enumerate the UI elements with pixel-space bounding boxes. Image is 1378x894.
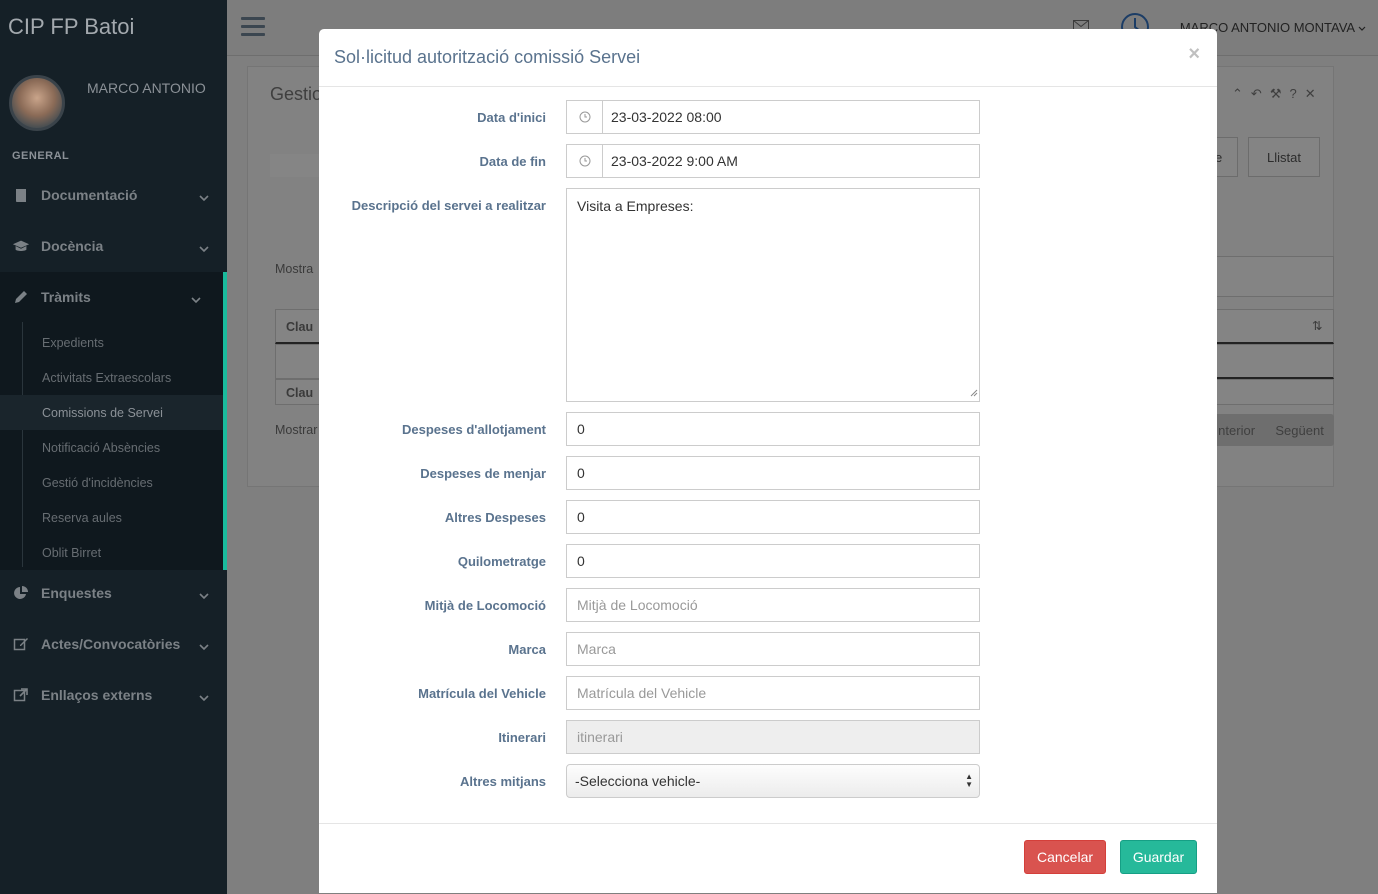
service-commission-modal: Sol·licitud autorització comissió Servei…: [319, 29, 1217, 893]
food-input[interactable]: 0: [566, 456, 980, 490]
vehicle-select-value: -Selecciona vehicle-: [575, 773, 701, 789]
save-button[interactable]: Guardar: [1120, 840, 1197, 874]
menu-enllacos[interactable]: Enllaços externs: [0, 670, 227, 720]
menu-label: Tràmits: [41, 289, 91, 305]
cancel-button[interactable]: Cancelar: [1024, 840, 1106, 874]
description-value: Visita a Empreses:: [577, 198, 694, 214]
edit-icon: [12, 635, 30, 653]
show-label: Mostra: [275, 262, 314, 276]
start-date-value: 23-03-2022 08:00: [611, 109, 722, 125]
chevron-down-icon: [199, 587, 209, 603]
panel-controls: ⌃↶⚒?✕: [1232, 86, 1324, 102]
menu-label: Actes/Convocatòries: [41, 636, 181, 652]
search-box[interactable]: [1210, 256, 1334, 297]
itinerary-label: Itinerari: [498, 730, 546, 745]
transport-label: Mitjà de Locomoció: [424, 598, 546, 613]
other-expenses-input[interactable]: 0: [566, 500, 980, 534]
sidebar-user-name: MARCO ANTONIO: [87, 80, 206, 96]
submenu-item-reserva[interactable]: Reserva aules: [0, 500, 223, 535]
start-date-field[interactable]: 23-03-2022 08:00: [566, 100, 980, 134]
menu-label: Enquestes: [41, 585, 112, 601]
plate-input[interactable]: Matrícula del Vehicle: [566, 676, 980, 710]
graduation-cap-icon: [12, 237, 30, 255]
modal-footer: Cancelar Guardar: [319, 823, 1217, 893]
close-icon[interactable]: ×: [1188, 43, 1200, 66]
lodging-label: Despeses d'allotjament: [402, 422, 546, 437]
tab-bar: [270, 154, 320, 177]
menu-label: Docència: [41, 238, 104, 254]
other-expenses-label: Altres Despeses: [444, 510, 546, 525]
avatar: [9, 75, 65, 131]
end-date-label: Data de fin: [479, 154, 546, 169]
active-indicator: [223, 322, 227, 570]
itinerary-input: itinerari: [566, 720, 980, 754]
lodging-input[interactable]: 0: [566, 412, 980, 446]
submenu-item-activitats[interactable]: Activitats Extraescolars: [0, 360, 223, 395]
brand-title[interactable]: CIP FP Batoi: [8, 14, 134, 40]
other-means-label: Altres mitjans: [460, 774, 546, 789]
menu-label: Documentació: [41, 187, 138, 203]
end-date-value: 23-03-2022 9:00 AM: [611, 153, 738, 169]
plate-label: Matrícula del Vehicle: [418, 686, 546, 701]
table-foot-key: Clau: [286, 386, 314, 400]
menu-enquestes[interactable]: Enquestes: [0, 568, 227, 618]
description-textarea[interactable]: Visita a Empreses:: [566, 188, 980, 402]
submenu-item-absencies[interactable]: Notificació Absències: [0, 430, 223, 465]
chevron-down-icon: [191, 291, 201, 307]
menu-documentacio[interactable]: Documentació: [0, 170, 227, 220]
chevron-down-icon: [1358, 26, 1366, 31]
table-footer-right: [1210, 379, 1334, 405]
section-label: GENERAL: [12, 150, 70, 162]
pagination-next[interactable]: Següent: [1275, 423, 1323, 438]
modal-header: Sol·licitud autorització comissió Servei…: [319, 29, 1217, 87]
sort-icon[interactable]: ⇅: [1312, 318, 1322, 333]
resize-handle-icon[interactable]: [970, 384, 978, 400]
menu-toggle-icon[interactable]: [241, 17, 265, 41]
vehicle-select[interactable]: -Selecciona vehicle- ▲ ▼: [566, 764, 980, 798]
clock-icon[interactable]: [567, 145, 603, 177]
brand-input[interactable]: Marca: [566, 632, 980, 666]
table-col-key[interactable]: Clau: [286, 320, 313, 334]
sidebar: CIP FP Batoi MARCO ANTONIO GENERAL Docum…: [0, 0, 227, 894]
start-date-label: Data d'inici: [477, 110, 546, 125]
showing-info: Mostrar: [275, 423, 318, 437]
pie-chart-icon: [12, 584, 30, 602]
description-label: Descripció del servei a realitzar: [351, 198, 546, 213]
submenu-item-birret[interactable]: Oblit Birret: [0, 535, 223, 570]
background-title: Gestio: [270, 84, 323, 104]
close-icon[interactable]: ✕: [1305, 86, 1324, 101]
food-label: Despeses de menjar: [420, 466, 546, 481]
mileage-label: Quilometratge: [457, 554, 546, 569]
menu-tramits[interactable]: Tràmits: [0, 272, 227, 322]
chevron-down-icon: [199, 638, 209, 654]
external-link-icon: [12, 686, 30, 704]
modal-title: Sol·licitud autorització comissió Servei: [334, 47, 641, 67]
submenu-item-comissions[interactable]: Comissions de Servei: [0, 395, 223, 430]
chevron-down-icon: [199, 189, 209, 205]
transport-input[interactable]: Mitjà de Locomoció: [566, 588, 980, 622]
mileage-input[interactable]: 0: [566, 544, 980, 578]
select-arrows-icon: ▲ ▼: [965, 772, 973, 789]
pagination: nterior Següent: [1208, 414, 1334, 446]
wrench-icon[interactable]: ⚒: [1270, 86, 1290, 101]
chevron-down-icon: [199, 240, 209, 256]
submenu-item-expedients[interactable]: Expedients: [0, 325, 223, 360]
pencil-icon: [12, 288, 30, 306]
table-row-right: [1210, 344, 1334, 379]
submenu-item-incidencies[interactable]: Gestió d'incidències: [0, 465, 223, 500]
menu-actes[interactable]: Actes/Convocatòries: [0, 619, 227, 669]
menu-label: Enllaços externs: [41, 687, 153, 703]
help-icon[interactable]: ?: [1289, 86, 1304, 101]
clock-icon[interactable]: [567, 101, 603, 133]
chevron-up-icon[interactable]: ⌃: [1232, 86, 1251, 101]
reply-icon[interactable]: ↶: [1251, 86, 1270, 101]
tab-llistat[interactable]: Llistat: [1248, 137, 1320, 177]
menu-docencia[interactable]: Docència: [0, 221, 227, 271]
brand-label: Marca: [508, 642, 546, 657]
chevron-down-icon: [199, 689, 209, 705]
end-date-field[interactable]: 23-03-2022 9:00 AM: [566, 144, 980, 178]
book-icon: [12, 186, 30, 204]
pagination-previous[interactable]: nterior: [1218, 423, 1255, 438]
